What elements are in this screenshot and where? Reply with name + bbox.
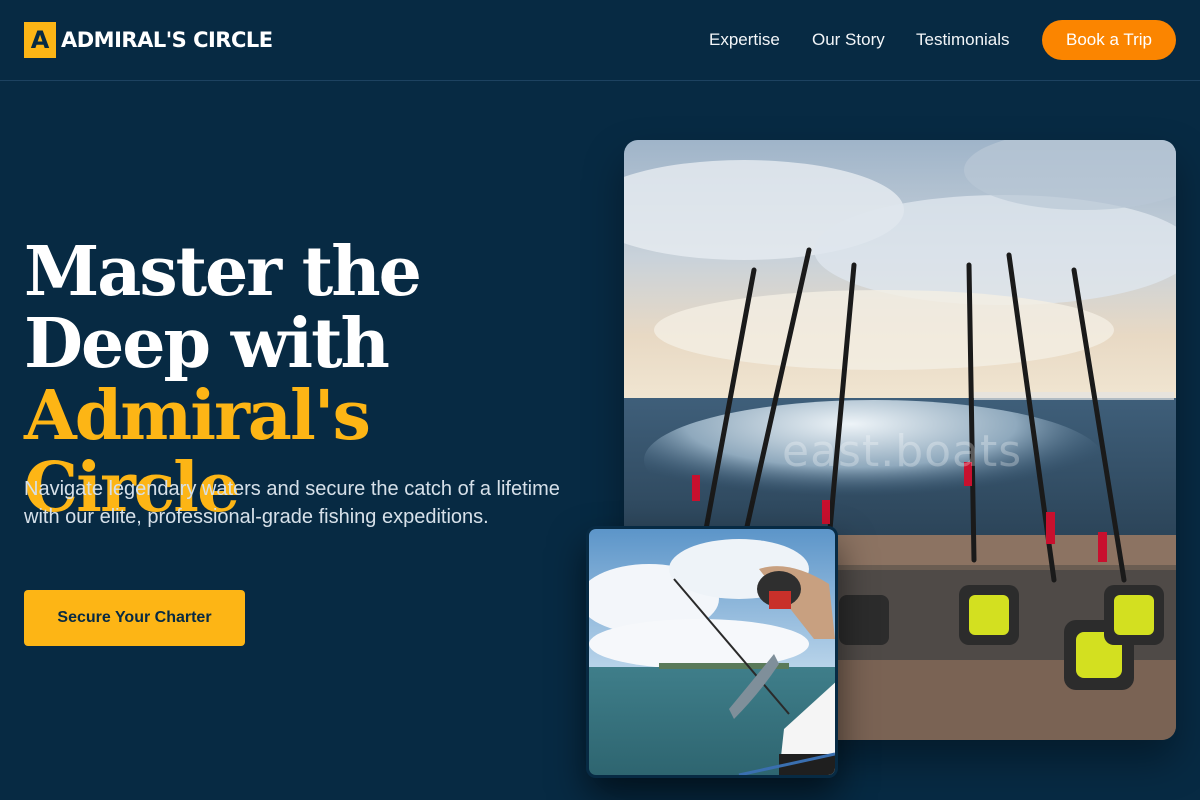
book-trip-button[interactable]: Book a Trip: [1042, 20, 1176, 60]
logo-mark: A: [24, 22, 56, 58]
hero-title-plain: Master the Deep with: [24, 232, 422, 384]
nav-link-our-story[interactable]: Our Story: [812, 30, 885, 50]
angler-image: [586, 526, 838, 778]
brand-logo[interactable]: A ADMIRAL'S CIRCLE: [24, 22, 273, 58]
site-header: A ADMIRAL'S CIRCLE Expertise Our Story T…: [0, 0, 1200, 81]
hero-subtitle: Navigate legendary waters and secure the…: [24, 478, 560, 528]
watermark: east.boats: [782, 426, 1023, 477]
nav-link-testimonials[interactable]: Testimonials: [916, 30, 1010, 50]
nav-link-expertise[interactable]: Expertise: [709, 30, 780, 50]
secure-charter-button[interactable]: Secure Your Charter: [24, 590, 245, 646]
brand-name: ADMIRAL'S CIRCLE: [61, 28, 273, 52]
